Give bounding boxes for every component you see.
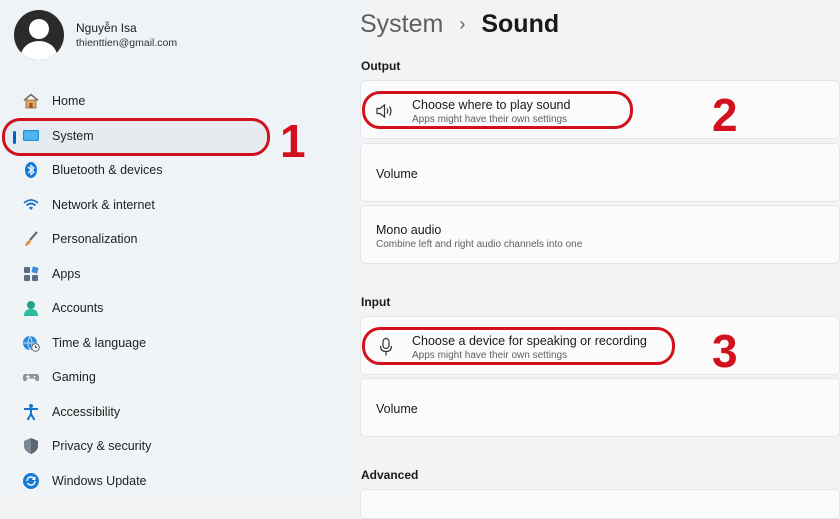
input-volume-card[interactable]: Volume [360, 378, 840, 437]
sidebar-item-label: Apps [52, 266, 81, 281]
sidebar-item-personalization[interactable]: Personalization [0, 222, 360, 257]
output-volume-card[interactable]: Volume [360, 143, 840, 202]
sidebar-item-label: Network & internet [52, 197, 155, 212]
gamepad-icon [22, 368, 40, 386]
sidebar-item-label: Windows Update [52, 473, 147, 488]
sidebar-item-label: Accounts [52, 301, 104, 316]
input-volume-title: Volume [376, 402, 418, 416]
section-output-title: Output [361, 59, 401, 73]
sidebar-item-windows-update[interactable]: Windows Update [0, 464, 360, 499]
avatar [14, 10, 64, 60]
sidebar-item-bluetooth[interactable]: Bluetooth & devices [0, 153, 360, 188]
advanced-card[interactable] [360, 489, 840, 519]
output-volume-title: Volume [376, 167, 418, 181]
sidebar-item-accounts[interactable]: Accounts [0, 291, 360, 326]
sidebar-item-label: Home [52, 94, 86, 109]
person-icon [22, 299, 40, 317]
annotation-number-1: 1 [280, 115, 306, 167]
page-title: Sound [481, 10, 560, 38]
annotation-number-2: 2 [712, 89, 738, 141]
globe-clock-icon [22, 334, 40, 352]
annotation-ring-1 [2, 118, 270, 156]
accessibility-icon [22, 403, 40, 421]
sidebar-item-label: Accessibility [52, 404, 121, 419]
shield-icon [22, 437, 40, 455]
annotation-ring-2 [362, 91, 633, 129]
chevron-right-icon: › [459, 14, 466, 34]
sidebar: Nguyễn Isa thienttien@gmail.com Home Sys… [0, 0, 360, 500]
home-icon [22, 92, 40, 110]
main-content: System › Sound Output Choose where to pl… [360, 0, 840, 519]
sidebar-item-apps[interactable]: Apps [0, 257, 360, 292]
profile-name: Nguyễn Isa [76, 21, 137, 35]
sidebar-item-label: Personalization [52, 232, 138, 247]
annotation-number-3: 3 [712, 325, 738, 377]
sidebar-item-label: Privacy & security [52, 439, 152, 454]
mono-audio-title: Mono audio [376, 223, 442, 237]
breadcrumb-parent[interactable]: System [360, 10, 443, 39]
bluetooth-icon [22, 161, 40, 179]
section-advanced-title: Advanced [361, 468, 419, 482]
brush-icon [22, 230, 40, 248]
sidebar-item-gaming[interactable]: Gaming [0, 360, 360, 395]
sidebar-item-privacy-security[interactable]: Privacy & security [0, 429, 360, 464]
sidebar-item-label: Gaming [52, 370, 96, 385]
sidebar-item-label: Time & language [52, 335, 147, 350]
sidebar-item-home[interactable]: Home [0, 84, 360, 119]
user-profile[interactable]: Nguyễn Isa thienttien@gmail.com [14, 10, 177, 60]
breadcrumb: System › Sound [360, 10, 559, 39]
sidebar-item-network[interactable]: Network & internet [0, 188, 360, 223]
sidebar-item-accessibility[interactable]: Accessibility [0, 395, 360, 430]
update-icon [22, 472, 40, 490]
mono-audio-subtitle: Combine left and right audio channels in… [376, 239, 583, 250]
apps-icon [22, 265, 40, 283]
profile-email: thienttien@gmail.com [76, 37, 178, 49]
sidebar-item-time-language[interactable]: Time & language [0, 326, 360, 361]
section-input-title: Input [361, 295, 391, 309]
sidebar-item-label: Bluetooth & devices [52, 163, 163, 178]
wifi-icon [22, 196, 40, 214]
annotation-ring-3 [362, 327, 675, 365]
mono-audio-card[interactable]: Mono audio Combine left and right audio … [360, 205, 840, 264]
